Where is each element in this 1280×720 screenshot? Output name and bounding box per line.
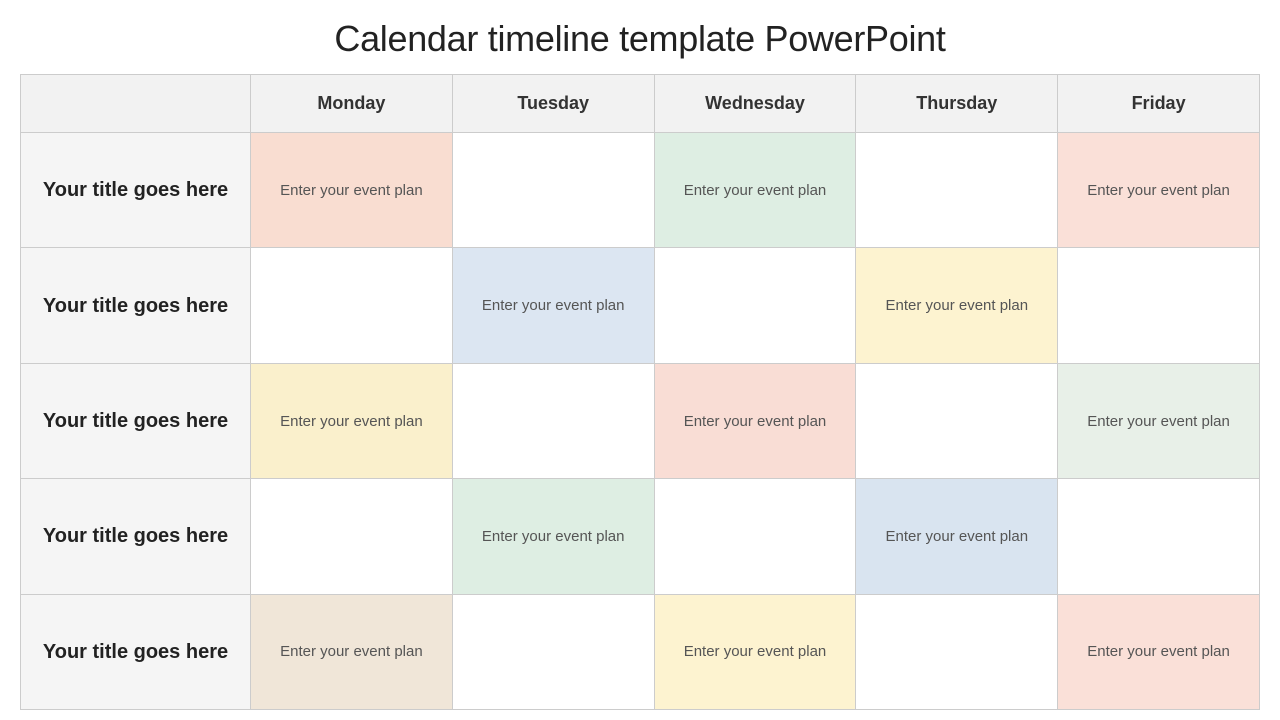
- row-label-2: Your title goes here: [21, 248, 251, 363]
- header-row: Monday Tuesday Wednesday Thursday Friday: [21, 75, 1260, 133]
- event-cell-r3-c3[interactable]: Enter your event plan: [655, 364, 857, 479]
- event-cell-r5-c5[interactable]: Enter your event plan: [1058, 595, 1260, 710]
- event-cell-r1-c1[interactable]: Enter your event plan: [251, 133, 453, 248]
- event-cell-r4-c3[interactable]: [655, 479, 857, 594]
- event-cell-r5-c3[interactable]: Enter your event plan: [655, 595, 857, 710]
- data-row-1: Your title goes hereEnter your event pla…: [21, 133, 1260, 248]
- event-cell-r3-c2[interactable]: [453, 364, 655, 479]
- header-tuesday: Tuesday: [453, 75, 655, 133]
- event-cell-r2-c4[interactable]: Enter your event plan: [856, 248, 1058, 363]
- event-cell-r4-c4[interactable]: Enter your event plan: [856, 479, 1058, 594]
- event-cell-r3-c5[interactable]: Enter your event plan: [1058, 364, 1260, 479]
- header-friday: Friday: [1058, 75, 1260, 133]
- row-label-4: Your title goes here: [21, 479, 251, 594]
- page: Calendar timeline template PowerPoint Mo…: [0, 0, 1280, 720]
- event-cell-r2-c5[interactable]: [1058, 248, 1260, 363]
- header-empty-cell: [21, 75, 251, 133]
- event-cell-r2-c2[interactable]: Enter your event plan: [453, 248, 655, 363]
- event-cell-r5-c1[interactable]: Enter your event plan: [251, 595, 453, 710]
- event-cell-r4-c2[interactable]: Enter your event plan: [453, 479, 655, 594]
- data-row-2: Your title goes here Enter your event pla…: [21, 248, 1260, 363]
- data-row-4: Your title goes here Enter your event pla…: [21, 479, 1260, 594]
- event-cell-r4-c1[interactable]: [251, 479, 453, 594]
- event-cell-r1-c5[interactable]: Enter your event plan: [1058, 133, 1260, 248]
- data-rows: Your title goes hereEnter your event pla…: [21, 133, 1260, 710]
- calendar-table: Monday Tuesday Wednesday Thursday Friday…: [20, 74, 1260, 710]
- data-row-5: Your title goes hereEnter your event pla…: [21, 595, 1260, 710]
- event-cell-r4-c5[interactable]: [1058, 479, 1260, 594]
- event-cell-r3-c4[interactable]: [856, 364, 1058, 479]
- event-cell-r3-c1[interactable]: Enter your event plan: [251, 364, 453, 479]
- header-wednesday: Wednesday: [655, 75, 857, 133]
- event-cell-r2-c1[interactable]: [251, 248, 453, 363]
- header-thursday: Thursday: [856, 75, 1058, 133]
- event-cell-r1-c3[interactable]: Enter your event plan: [655, 133, 857, 248]
- page-title: Calendar timeline template PowerPoint: [20, 0, 1260, 74]
- row-label-1: Your title goes here: [21, 133, 251, 248]
- row-label-3: Your title goes here: [21, 364, 251, 479]
- event-cell-r1-c4[interactable]: [856, 133, 1058, 248]
- row-label-5: Your title goes here: [21, 595, 251, 710]
- event-cell-r2-c3[interactable]: [655, 248, 857, 363]
- event-cell-r5-c4[interactable]: [856, 595, 1058, 710]
- header-monday: Monday: [251, 75, 453, 133]
- data-row-3: Your title goes hereEnter your event pla…: [21, 364, 1260, 479]
- event-cell-r5-c2[interactable]: [453, 595, 655, 710]
- event-cell-r1-c2[interactable]: [453, 133, 655, 248]
